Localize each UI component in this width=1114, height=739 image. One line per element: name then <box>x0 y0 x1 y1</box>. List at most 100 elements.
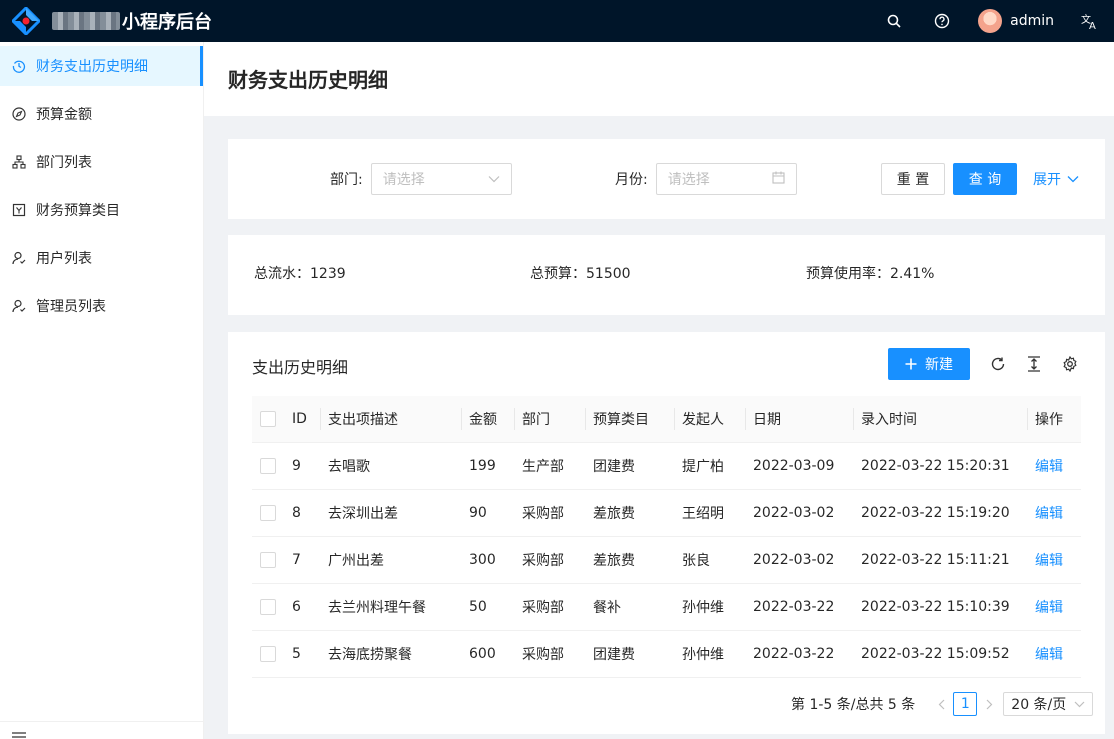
total-flow: 总流水：1239 <box>254 266 346 282</box>
column-header[interactable]: 录入时间 <box>853 396 1027 443</box>
sidebar: 财务支出历史明细 预算金额 部门列表 财务预算类目 用户列表 管理员列表 <box>0 42 204 739</box>
month-picker[interactable]: 请选择 <box>655 163 797 195</box>
month-placeholder: 请选择 <box>667 172 710 188</box>
sidebar-item-users[interactable]: 用户列表 <box>0 238 203 278</box>
sidebar-item-label: 预算金额 <box>36 107 92 123</box>
user-icon <box>12 251 26 265</box>
table-header-row: ID 支出项描述 金额 部门 预算类目 发起人 日期 录入时间 操作 <box>252 396 1081 443</box>
month-form-item: 月份: 请选择 <box>615 163 797 195</box>
column-header[interactable]: 部门 <box>514 396 585 443</box>
cell-entry-time: 2022-03-22 15:20:31 <box>853 442 1027 490</box>
sidebar-item-admins[interactable]: 管理员列表 <box>0 286 203 326</box>
column-header[interactable]: 金额 <box>461 396 514 443</box>
sidebar-item-budget-amount[interactable]: 预算金额 <box>0 94 203 134</box>
reset-button[interactable]: 重 置 <box>881 163 945 195</box>
reload-icon[interactable] <box>986 352 1010 376</box>
column-header[interactable]: 发起人 <box>674 396 745 443</box>
expense-table: ID 支出项描述 金额 部门 预算类目 发起人 日期 录入时间 操作 9 去唱歌… <box>252 396 1081 678</box>
table-row: 7 广州出差 300 采购部 差旅费 张良 2022-03-02 2022-03… <box>252 536 1081 584</box>
column-header[interactable]: 支出项描述 <box>320 396 461 443</box>
dept-placeholder: 请选择 <box>382 172 425 188</box>
logo-icon <box>10 5 42 37</box>
row-checkbox[interactable] <box>260 457 276 474</box>
edit-link[interactable]: 编辑 <box>1035 459 1063 475</box>
cell-department: 采购部 <box>514 583 585 631</box>
edit-link[interactable]: 编辑 <box>1035 647 1063 663</box>
new-button[interactable]: 新建 <box>888 348 970 380</box>
dept-label: 部门: <box>330 172 363 188</box>
logo[interactable]: 小程序后台 <box>0 0 212 42</box>
search-icon[interactable] <box>870 0 918 42</box>
page-number[interactable]: 1 <box>953 692 978 716</box>
select-all-checkbox[interactable] <box>260 410 276 427</box>
username: admin <box>1010 13 1054 29</box>
cell-initiator: 孙仲维 <box>674 630 745 678</box>
cell-initiator: 王绍明 <box>674 489 745 537</box>
cell-amount: 50 <box>461 583 514 631</box>
cell-description: 去唱歌 <box>320 442 461 490</box>
edit-link[interactable]: 编辑 <box>1035 506 1063 522</box>
row-checkbox[interactable] <box>260 504 276 521</box>
row-checkbox[interactable] <box>260 551 276 568</box>
pagination: 第 1-5 条/总共 5 条 1 20 条/页 <box>791 692 1094 716</box>
cell-amount: 199 <box>461 442 514 490</box>
reset-label: 重 置 <box>896 172 930 188</box>
month-label: 月份: <box>615 172 648 188</box>
expense-table-card: 支出历史明细 新建 ID 支出项描述 金额 部门 预算类目 发起人 日期 录入时… <box>228 332 1105 734</box>
select-all-cell <box>252 396 284 443</box>
cell-amount: 90 <box>461 489 514 537</box>
edit-link[interactable]: 编辑 <box>1035 553 1063 569</box>
column-header[interactable]: ID <box>284 396 320 443</box>
cell-initiator: 孙仲维 <box>674 583 745 631</box>
history-icon <box>12 59 26 73</box>
edit-link[interactable]: 编辑 <box>1035 600 1063 616</box>
calendar-icon <box>772 171 785 188</box>
sidebar-item-label: 财务支出历史明细 <box>36 59 148 75</box>
page-size-select[interactable]: 20 条/页 <box>1003 692 1094 716</box>
row-checkbox[interactable] <box>260 645 276 662</box>
cell-id: 6 <box>284 583 320 631</box>
cell-category: 团建费 <box>585 630 674 678</box>
table-row: 5 去海底捞聚餐 600 采购部 团建费 孙仲维 2022-03-22 2022… <box>252 630 1081 678</box>
user-menu[interactable]: admin <box>966 0 1066 42</box>
setting-icon[interactable] <box>1058 352 1082 376</box>
question-icon[interactable] <box>918 0 966 42</box>
column-height-icon[interactable] <box>1022 352 1046 376</box>
compass-icon <box>12 107 26 121</box>
table-row: 9 去唱歌 199 生产部 团建费 提广柏 2022-03-09 2022-03… <box>252 442 1081 490</box>
column-header[interactable]: 预算类目 <box>585 396 674 443</box>
prev-page-icon[interactable] <box>929 699 953 710</box>
sidebar-item-departments[interactable]: 部门列表 <box>0 142 203 182</box>
page-title: 财务支出历史明细 <box>228 68 388 92</box>
cell-department: 采购部 <box>514 536 585 584</box>
query-button[interactable]: 查 询 <box>953 163 1017 195</box>
dept-select[interactable]: 请选择 <box>370 163 512 195</box>
expand-toggle[interactable]: 展开 <box>1033 163 1079 195</box>
cell-category: 差旅费 <box>585 489 674 537</box>
next-page-icon[interactable] <box>977 699 1001 710</box>
cell-description: 去海底捞聚餐 <box>320 630 461 678</box>
budget-usage-rate: 预算使用率：2.41% <box>806 266 935 282</box>
cell-category: 团建费 <box>585 442 674 490</box>
cell-department: 采购部 <box>514 489 585 537</box>
sidebar-item-label: 管理员列表 <box>36 299 106 315</box>
column-header[interactable]: 日期 <box>745 396 853 443</box>
sidebar-item-budget-categories[interactable]: 财务预算类目 <box>0 190 203 230</box>
sidebar-item-expense-history[interactable]: 财务支出历史明细 <box>0 46 203 86</box>
avatar <box>978 9 1003 33</box>
cell-amount: 600 <box>461 630 514 678</box>
cell-date: 2022-03-02 <box>745 489 853 537</box>
filter-form: 部门: 请选择 月份: 请选择 重 置 查 询 展开 <box>228 139 1105 219</box>
cell-department: 采购部 <box>514 630 585 678</box>
chevron-down-icon <box>488 171 500 187</box>
cell-description: 去兰州料理午餐 <box>320 583 461 631</box>
collapse-menu-button[interactable] <box>0 721 204 739</box>
row-checkbox[interactable] <box>260 598 276 615</box>
new-label: 新建 <box>925 357 953 373</box>
cell-date: 2022-03-02 <box>745 536 853 584</box>
translate-icon[interactable]: 文A <box>1066 0 1114 42</box>
stats-card: 总流水：1239 总预算：51500 预算使用率：2.41% <box>228 235 1105 315</box>
cell-entry-time: 2022-03-22 15:10:39 <box>853 583 1027 631</box>
cell-category: 餐补 <box>585 583 674 631</box>
category-icon <box>12 203 26 217</box>
